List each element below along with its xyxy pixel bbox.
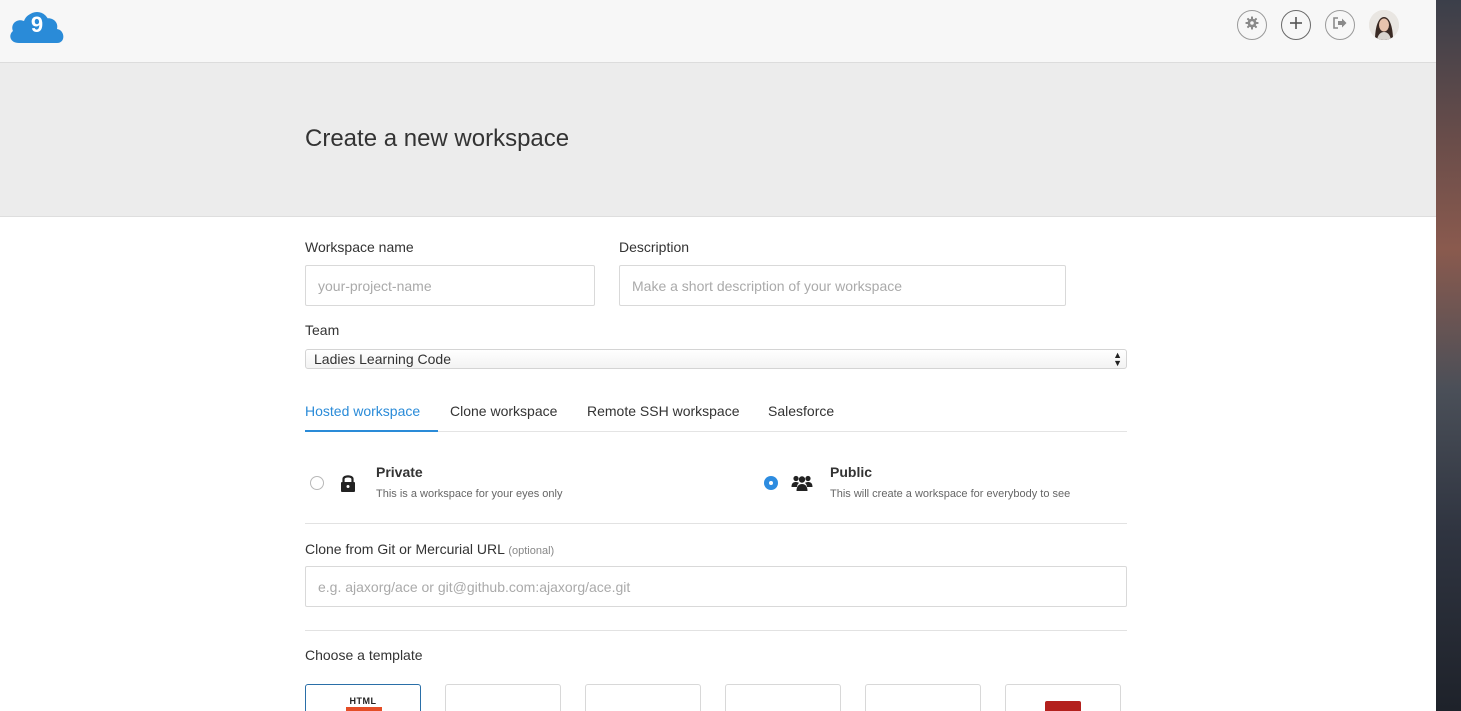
tab-label: Remote SSH workspace — [587, 403, 740, 419]
add-workspace-button[interactable] — [1281, 10, 1311, 40]
top-navigation-bar: 9 — [0, 0, 1436, 63]
workspace-name-label: Workspace name — [305, 239, 414, 255]
divider — [305, 630, 1127, 631]
workspace-type-tabs: Hosted workspace Clone workspace Remote … — [305, 394, 1127, 432]
tab-label: Clone workspace — [450, 403, 558, 419]
template-card[interactable] — [725, 684, 841, 711]
tab-hosted-workspace[interactable]: Hosted workspace — [305, 394, 438, 432]
tab-label: Salesforce — [768, 403, 835, 419]
template-card[interactable] — [1005, 684, 1121, 711]
private-option-title: Private — [376, 464, 423, 480]
users-icon — [791, 474, 813, 497]
public-radio[interactable] — [764, 476, 778, 490]
app-window: 9 Create a new workspace Workspace name … — [0, 0, 1436, 711]
sign-out-icon — [1332, 16, 1348, 35]
html5-badge-label: HTML — [349, 696, 377, 706]
page-header: Create a new workspace — [0, 63, 1436, 217]
user-avatar[interactable] — [1369, 10, 1399, 40]
public-option-description: This will create a workspace for everybo… — [830, 488, 1071, 500]
clone-url-label: Clone from Git or Mercurial URL (optiona… — [305, 541, 554, 557]
clone-url-label-text: Clone from Git or Mercurial URL — [305, 541, 505, 557]
tab-salesforce[interactable]: Salesforce — [768, 394, 834, 430]
tab-remote-ssh-workspace[interactable]: Remote SSH workspace — [587, 394, 740, 430]
team-label: Team — [305, 322, 340, 338]
team-select[interactable]: Ladies Learning Code ▲ ▼ — [305, 349, 1127, 369]
template-icon — [774, 707, 794, 711]
settings-button[interactable] — [1237, 10, 1267, 40]
description-label: Description — [619, 239, 690, 255]
plus-icon — [1289, 16, 1303, 35]
description-input[interactable] — [619, 265, 1066, 306]
private-option-description: This is a workspace for your eyes only — [376, 488, 563, 500]
select-arrows-icon: ▲ ▼ — [1113, 350, 1122, 368]
template-card-html5[interactable]: HTML — [305, 684, 421, 711]
public-option-title: Public — [830, 464, 873, 480]
desktop-background — [1436, 0, 1461, 711]
clone-url-input[interactable] — [305, 566, 1127, 607]
logo-digit: 9 — [31, 12, 43, 37]
template-card[interactable] — [865, 684, 981, 711]
divider — [305, 523, 1127, 524]
gear-icon — [1245, 16, 1259, 35]
tab-clone-workspace[interactable]: Clone workspace — [450, 394, 557, 430]
template-icon — [1045, 701, 1081, 711]
template-card[interactable] — [445, 684, 561, 711]
page-title: Create a new workspace — [305, 125, 570, 152]
sign-out-button[interactable] — [1325, 10, 1355, 40]
cloud9-logo-icon[interactable]: 9 — [7, 7, 67, 47]
lock-icon — [339, 473, 357, 498]
team-select-value: Ladies Learning Code — [314, 351, 451, 367]
private-radio[interactable] — [310, 476, 324, 490]
workspace-name-input[interactable] — [305, 265, 595, 306]
tab-label: Hosted workspace — [305, 403, 421, 419]
template-card[interactable] — [585, 684, 701, 711]
choose-template-heading: Choose a template — [305, 647, 423, 663]
html5-icon — [346, 707, 382, 711]
optional-hint: (optional) — [508, 545, 555, 557]
